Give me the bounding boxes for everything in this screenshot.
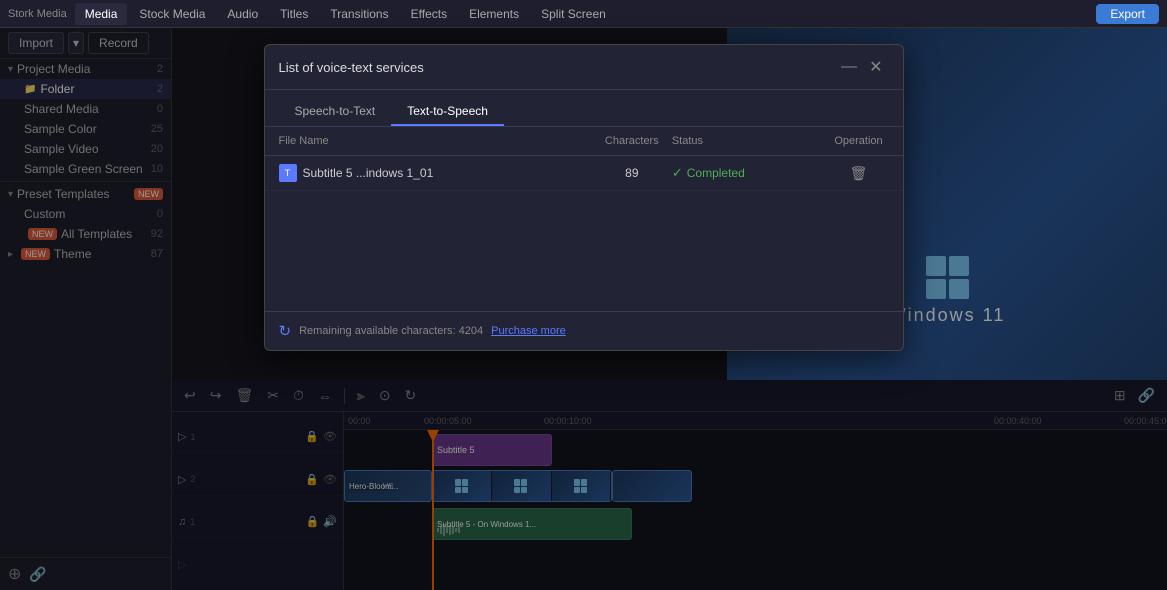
status-check-icon: ✓	[672, 165, 683, 181]
tab-stock-media[interactable]: Stock Media	[129, 3, 215, 25]
modal-table-header: File Name Characters Status Operation	[265, 127, 903, 156]
close-button[interactable]: ✕	[863, 55, 888, 79]
col-header-op: Operation	[829, 135, 889, 147]
tab-audio[interactable]: Audio	[217, 3, 268, 25]
modal-overlay: List of voice-text services — ✕ Speech-t…	[0, 28, 1167, 590]
modal-spacer	[265, 191, 903, 311]
tab-titles[interactable]: Titles	[270, 3, 318, 25]
minimize-button[interactable]: —	[835, 56, 863, 78]
tab-effects[interactable]: Effects	[401, 3, 457, 25]
app-logo: Stork Media	[8, 8, 67, 20]
modal-footer: ↻ Remaining available characters: 4204 P…	[265, 311, 903, 350]
file-name-cell: T Subtitle 5 ...indows 1_01	[279, 164, 592, 182]
top-toolbar: Stork Media Media Stock Media Audio Titl…	[0, 0, 1167, 28]
file-status-cell: ✓ Completed	[672, 165, 829, 181]
file-name-label: Subtitle 5 ...indows 1_01	[303, 166, 434, 180]
col-header-filename: File Name	[279, 135, 592, 147]
tab-elements[interactable]: Elements	[459, 3, 529, 25]
modal-header: List of voice-text services — ✕	[265, 45, 903, 90]
file-type-icon: T	[279, 164, 297, 182]
remaining-chars-label: Remaining available characters: 4204	[299, 325, 483, 337]
export-button[interactable]: Export	[1096, 4, 1159, 24]
tab-media[interactable]: Media	[75, 3, 128, 25]
refresh-button[interactable]: ↻	[279, 322, 292, 340]
col-header-status: Status	[672, 135, 829, 147]
voice-text-modal: List of voice-text services — ✕ Speech-t…	[264, 44, 904, 351]
tab-speech-to-text[interactable]: Speech-to-Text	[279, 98, 392, 126]
status-label: Completed	[687, 166, 745, 180]
modal-tabs: Speech-to-Text Text-to-Speech	[265, 90, 903, 127]
modal-title: List of voice-text services	[279, 60, 836, 75]
file-op-cell: 🗑	[829, 165, 889, 182]
delete-row-button[interactable]: 🗑	[850, 165, 868, 182]
table-row[interactable]: T Subtitle 5 ...indows 1_01 89 ✓ Complet…	[265, 156, 903, 191]
col-header-chars: Characters	[592, 135, 672, 147]
file-chars-cell: 89	[592, 166, 672, 180]
tab-transitions[interactable]: Transitions	[320, 3, 398, 25]
tab-split-screen[interactable]: Split Screen	[531, 3, 616, 25]
purchase-more-link[interactable]: Purchase more	[491, 325, 566, 337]
tab-text-to-speech[interactable]: Text-to-Speech	[391, 98, 504, 126]
